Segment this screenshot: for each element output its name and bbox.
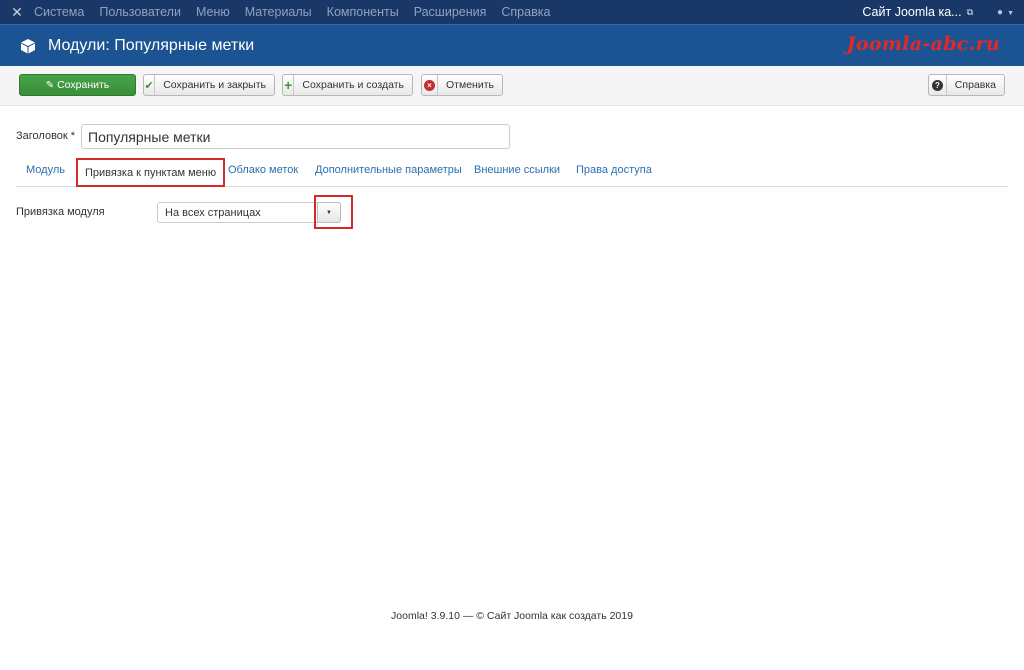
- save-and-close-label: Сохранить и закрыть: [163, 79, 266, 91]
- menu-item-menus[interactable]: Меню: [196, 0, 230, 24]
- menu-item-system[interactable]: Система: [34, 0, 84, 24]
- question-icon: ?: [929, 75, 947, 95]
- check-icon: ✔: [144, 75, 156, 95]
- user-icon[interactable]: ●: [997, 7, 1003, 18]
- tab-module[interactable]: Модуль: [26, 164, 65, 176]
- edit-icon: ✎: [45, 79, 55, 91]
- external-link-icon: ⧉: [966, 6, 974, 17]
- main-menu: Система Пользователи Меню Материалы Комп…: [34, 0, 565, 24]
- menu-item-extensions[interactable]: Расширения: [414, 0, 487, 24]
- tab-external-links[interactable]: Внешние ссылки: [474, 164, 560, 176]
- help-label: Справка: [954, 79, 996, 91]
- menu-item-help[interactable]: Справка: [501, 0, 550, 24]
- page-title: Модули: Популярные метки: [48, 36, 255, 54]
- tab-advanced[interactable]: Дополнительные параметры: [315, 164, 462, 176]
- menu-item-users[interactable]: Пользователи: [99, 0, 181, 24]
- cancel-button[interactable]: × Отменить: [421, 74, 503, 96]
- tab-bar: Модуль Привязка к пунктам меню Облако ме…: [16, 158, 1008, 187]
- tab-permissions[interactable]: Права доступа: [576, 164, 652, 176]
- title-input[interactable]: [81, 124, 510, 149]
- site-link[interactable]: Сайт Joomla ка...: [862, 5, 961, 19]
- chevron-down-icon: ▼: [1007, 9, 1014, 17]
- title-label: Заголовок *: [16, 130, 76, 142]
- plus-icon: +: [283, 75, 295, 95]
- page-header: Модули: Популярные метки Joomla-abc.ru: [0, 24, 1024, 66]
- cube-icon: [21, 38, 35, 53]
- footer: Joomla! 3.9.10 — © Сайт Joomla как созда…: [391, 610, 633, 622]
- cancel-label: Отменить: [446, 79, 494, 91]
- dropdown-highlight-box: [314, 195, 353, 229]
- cancel-icon: ×: [422, 75, 439, 95]
- brand-watermark: Joomla-abc.ru: [846, 33, 1000, 55]
- menu-item-components[interactable]: Компоненты: [327, 0, 399, 24]
- save-and-new-label: Сохранить и создать: [302, 79, 404, 91]
- save-button[interactable]: ✎ Сохранить: [19, 74, 136, 96]
- module-assignment-value: На всех страницах: [165, 207, 261, 219]
- toolbar: ✎ Сохранить ✔ Сохранить и закрыть + Сохр…: [0, 66, 1024, 106]
- menu-item-content[interactable]: Материалы: [245, 0, 312, 24]
- save-and-new-button[interactable]: + Сохранить и создать: [282, 74, 413, 96]
- top-navbar: ✕ Система Пользователи Меню Материалы Ко…: [0, 0, 1024, 24]
- save-and-close-button[interactable]: ✔ Сохранить и закрыть: [143, 74, 275, 96]
- joomla-logo-icon[interactable]: ✕: [0, 0, 34, 24]
- tab-menu-assignment[interactable]: Привязка к пунктам меню: [76, 158, 226, 187]
- tab-tag-cloud[interactable]: Облако меток: [228, 164, 298, 176]
- save-button-label: Сохранить: [57, 79, 110, 91]
- module-assignment-label: Привязка модуля: [16, 206, 105, 218]
- help-button[interactable]: ? Справка: [928, 74, 1005, 96]
